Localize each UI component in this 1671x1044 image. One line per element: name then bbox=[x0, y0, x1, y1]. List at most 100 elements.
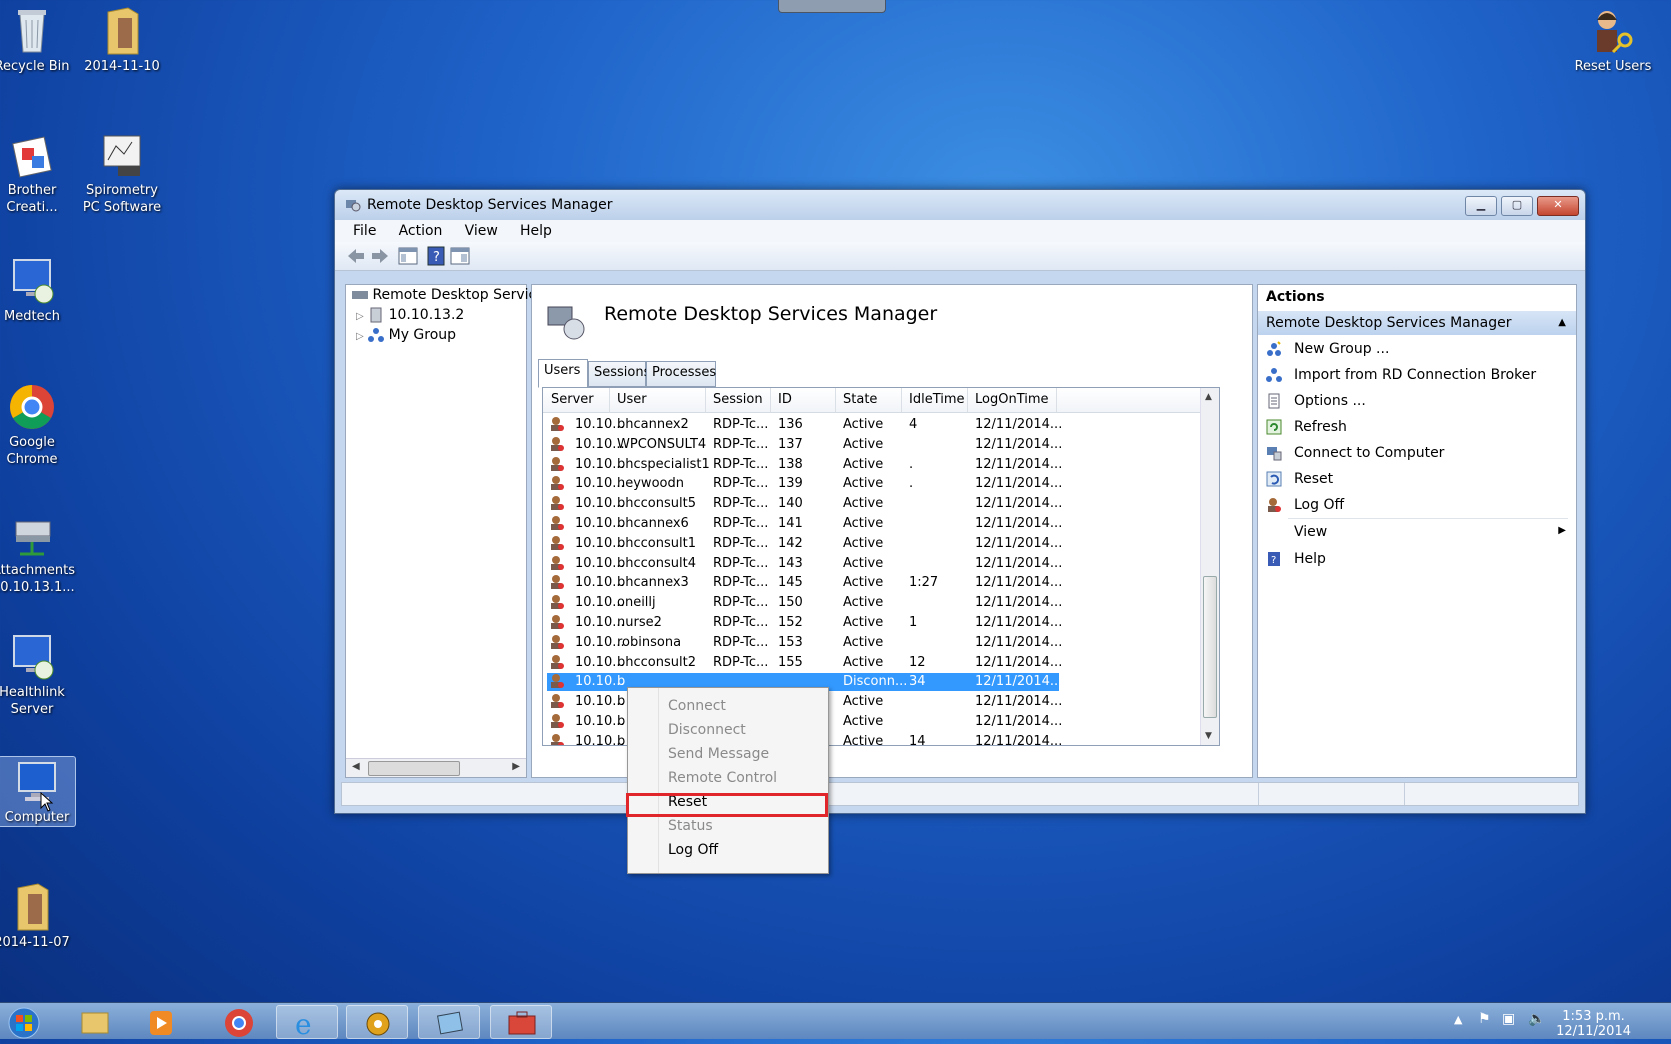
action-center-flag-icon[interactable]: ⚑ bbox=[1478, 1011, 1491, 1027]
clock[interactable]: 1:53 p.m. 12/11/2014 bbox=[1556, 1009, 1631, 1039]
column-header-idletime[interactable]: IdleTime bbox=[909, 392, 965, 407]
action-connect-to-computer[interactable]: Connect to Computer bbox=[1258, 443, 1576, 465]
forward-arrow-icon[interactable] bbox=[369, 246, 391, 266]
expand-arrow-icon[interactable]: ▷ bbox=[356, 311, 364, 322]
table-row[interactable]: 10.10... bhcconsult1 RDP-Tc... 142 Active 12/… bbox=[547, 535, 1062, 553]
column-header-logontime[interactable]: LogOnTime bbox=[975, 392, 1049, 407]
table-row[interactable]: 10.10... WPCONSULT4 RDP-Tc... 137 Active 12/1… bbox=[547, 436, 1062, 456]
recycle-bin-icon bbox=[8, 6, 56, 56]
context-menu-item-remote-control[interactable]: Remote Control bbox=[668, 770, 777, 786]
scroll-thumb[interactable] bbox=[368, 761, 460, 776]
context-menu-item-status[interactable]: Status bbox=[668, 818, 713, 834]
context-menu-item-connect[interactable]: Connect bbox=[668, 698, 726, 714]
taskbar-settings-app[interactable] bbox=[346, 1005, 408, 1039]
action-new-group[interactable]: New Group ... bbox=[1258, 339, 1576, 361]
actions-section-header[interactable]: Remote Desktop Services Manager ▲ bbox=[1258, 311, 1576, 335]
list-vertical-scrollbar[interactable]: ▲ ▼ bbox=[1200, 388, 1219, 745]
title-bar[interactable]: Remote Desktop Services Manager ▁ ▢ ✕ bbox=[335, 190, 1585, 220]
table-row[interactable]: 10.10... bhcannex2 RDP-Tc... 136 Active 4 12/1… bbox=[547, 416, 1063, 434]
start-button[interactable] bbox=[2, 1005, 48, 1039]
action-help[interactable]: ? Help bbox=[1258, 549, 1576, 571]
desktop-icon-computer[interactable]: Computer bbox=[0, 756, 76, 827]
collapse-arrow-icon[interactable]: ▲ bbox=[1558, 311, 1566, 335]
table-row[interactable]: 10.10... oneillj RDP-Tc... 150 Active 12/11/2… bbox=[547, 594, 1062, 612]
table-row[interactable]: 10.10... nurse2 RDP-Tc... 152 Active 1 12/11/2… bbox=[547, 614, 1062, 632]
desktop-icon-folder-2014-11-07[interactable]: 2014-11-07 bbox=[0, 882, 72, 951]
user-session-icon bbox=[549, 436, 565, 456]
scroll-left-icon[interactable]: ◀ bbox=[352, 761, 360, 772]
table-row[interactable]: 10.10... bhcconsult2 RDP-Tc... 155 Active 12 1… bbox=[547, 654, 1062, 672]
action-options[interactable]: Options ... bbox=[1258, 391, 1576, 413]
table-cell: Active bbox=[843, 694, 884, 710]
desktop-icon-reset-users[interactable]: Reset Users bbox=[1568, 6, 1658, 75]
taskbar-chrome[interactable] bbox=[208, 1005, 270, 1039]
table-row[interactable]: 10.10... bhcspecialist1 RDP-Tc... 138 Active… bbox=[547, 456, 1062, 474]
table-row[interactable]: 10.10... heywoodn RDP-Tc... 139 Active. 12/11… bbox=[547, 475, 1062, 493]
desktop-icon-chrome[interactable]: Google Chrome bbox=[0, 382, 72, 468]
user-session-icon bbox=[549, 713, 565, 733]
tree-horizontal-scrollbar[interactable]: ◀ ▶ bbox=[346, 758, 526, 777]
menu-file[interactable]: File bbox=[353, 223, 376, 239]
context-menu-item-send-message[interactable]: Send Message bbox=[668, 746, 769, 762]
folder-icon bbox=[8, 882, 56, 932]
tab-processes[interactable]: Processes bbox=[646, 361, 716, 387]
help-icon[interactable]: ? bbox=[425, 246, 447, 266]
expand-arrow-icon[interactable]: ▷ bbox=[356, 331, 364, 342]
taskbar-explorer[interactable] bbox=[64, 1005, 126, 1039]
network-icon[interactable]: ▣ bbox=[1502, 1011, 1515, 1027]
close-button[interactable]: ✕ bbox=[1537, 196, 1579, 216]
back-arrow-icon[interactable] bbox=[345, 246, 367, 266]
action-import-from-rd-connection-broker[interactable]: Import from RD Connection Broker bbox=[1258, 365, 1576, 387]
context-menu-item-log-off[interactable]: Log Off bbox=[668, 842, 718, 858]
remote-session-bar[interactable] bbox=[778, 0, 886, 13]
tree-item-server[interactable]: ▷ 10.10.13.2 bbox=[356, 307, 464, 327]
desktop-icon-spirometry[interactable]: Spirometry PC Software bbox=[82, 130, 162, 216]
maximize-button[interactable]: ▢ bbox=[1501, 196, 1533, 216]
table-cell: b bbox=[617, 714, 626, 729]
desktop-icon-recycle-bin[interactable]: Recycle Bin bbox=[0, 6, 72, 75]
desktop-icon-folder-2014-11-10[interactable]: 2014-11-10 bbox=[82, 6, 162, 75]
table-row[interactable]: 10.10... bhcconsult4 RDP-Tc... 143 Active 12/… bbox=[547, 555, 1062, 573]
taskbar-rds-manager[interactable] bbox=[490, 1005, 552, 1039]
action-log-off[interactable]: Log Off bbox=[1258, 495, 1576, 517]
volume-icon[interactable]: 🔈 bbox=[1528, 1011, 1545, 1027]
context-menu-item-disconnect[interactable]: Disconnect bbox=[668, 722, 746, 738]
taskbar-media-player[interactable] bbox=[130, 1005, 192, 1039]
action-refresh[interactable]: Refresh bbox=[1258, 417, 1576, 439]
tab-users[interactable]: Users bbox=[538, 359, 588, 388]
taskbar: e ▲ ⚑ ▣ 🔈 1:53 p.m. 12/11/2014 bbox=[0, 1002, 1671, 1041]
menu-view[interactable]: View bbox=[465, 223, 498, 239]
column-header-state[interactable]: State bbox=[843, 392, 877, 407]
minimize-button[interactable]: ▁ bbox=[1465, 196, 1497, 216]
show-hide-action-pane-icon[interactable] bbox=[449, 246, 471, 266]
menu-help[interactable]: Help bbox=[520, 223, 552, 239]
table-cell: bhcspecialist1 bbox=[617, 456, 710, 472]
column-header-user[interactable]: User bbox=[617, 392, 647, 407]
action-view[interactable]: View ▶ bbox=[1258, 518, 1576, 544]
column-header-id[interactable]: ID bbox=[778, 392, 792, 407]
desktop-icon-healthlink[interactable]: Healthlink Server bbox=[0, 632, 72, 718]
scroll-right-icon[interactable]: ▶ bbox=[512, 761, 520, 772]
desktop-icon-brother[interactable]: Brother Creati... bbox=[0, 130, 72, 216]
table-cell: 12/11/2014... bbox=[975, 417, 1063, 432]
scroll-up-icon[interactable]: ▲ bbox=[1205, 392, 1212, 402]
show-hide-tree-icon[interactable] bbox=[397, 246, 419, 266]
show-hidden-icons-icon[interactable]: ▲ bbox=[1454, 1013, 1462, 1026]
action-reset[interactable]: Reset bbox=[1258, 469, 1576, 491]
taskbar-internet-explorer[interactable]: e bbox=[276, 1005, 338, 1041]
tab-sessions[interactable]: Sessions bbox=[588, 361, 650, 387]
scroll-down-icon[interactable]: ▼ bbox=[1205, 731, 1212, 741]
user-session-icon bbox=[549, 673, 565, 693]
column-header-server[interactable]: Server bbox=[551, 392, 594, 407]
table-row[interactable]: 10.10... bhcannex6 RDP-Tc... 141 Active 12/11… bbox=[547, 515, 1062, 533]
table-row[interactable]: 10.10... bhcannex3 RDP-Tc... 145 Active 1:27 1… bbox=[547, 574, 1062, 592]
menu-action[interactable]: Action bbox=[399, 223, 443, 239]
table-row[interactable]: 10.10... robinsona RDP-Tc... 153 Active 12/11… bbox=[547, 634, 1062, 652]
desktop-icon-attachments[interactable]: Attachments 10.10.13.1... bbox=[0, 510, 75, 596]
table-row[interactable]: 10.10... bhcconsult5 RDP-Tc... 140 Active 12/… bbox=[547, 495, 1062, 513]
scroll-thumb[interactable] bbox=[1203, 576, 1217, 718]
column-header-session[interactable]: Session bbox=[713, 392, 763, 407]
desktop-icon-medtech[interactable]: Medtech bbox=[0, 256, 72, 325]
tree-item-my-group[interactable]: ▷ My Group bbox=[356, 327, 456, 347]
taskbar-remote-app[interactable] bbox=[418, 1005, 480, 1039]
